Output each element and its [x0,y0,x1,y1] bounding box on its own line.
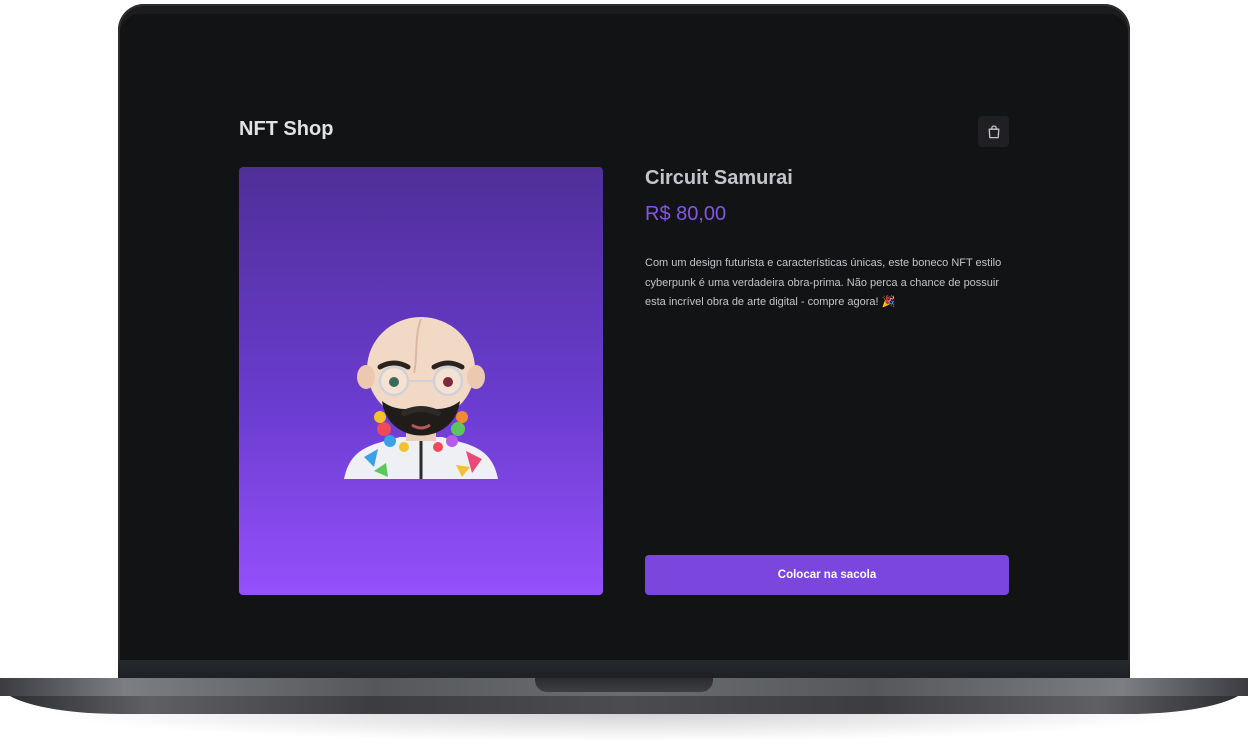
laptop-base [0,678,1248,714]
laptop-shadow [40,712,1208,742]
shopping-bag-icon [988,124,999,138]
product-image [239,167,603,595]
shopping-bag-button[interactable] [978,116,1009,147]
product-name: Circuit Samurai [645,167,793,189]
product-description: Com um design futurista e característica… [645,257,1002,308]
laptop-screen: NFT Shop Circuit Samurai R$ 80,00 Com um… [120,14,1128,660]
nft-character-image [344,317,498,479]
trackpad-notch [535,678,713,692]
add-to-bag-button[interactable]: Colocar na sacola [645,555,1009,595]
product-price: R$ 80,00 [645,203,727,225]
laptop-mockup: NFT Shop Circuit Samurai R$ 80,00 Com um… [0,0,1248,750]
laptop-lid: NFT Shop Circuit Samurai R$ 80,00 Com um… [118,4,1130,682]
app-title: NFT Shop [239,118,334,140]
